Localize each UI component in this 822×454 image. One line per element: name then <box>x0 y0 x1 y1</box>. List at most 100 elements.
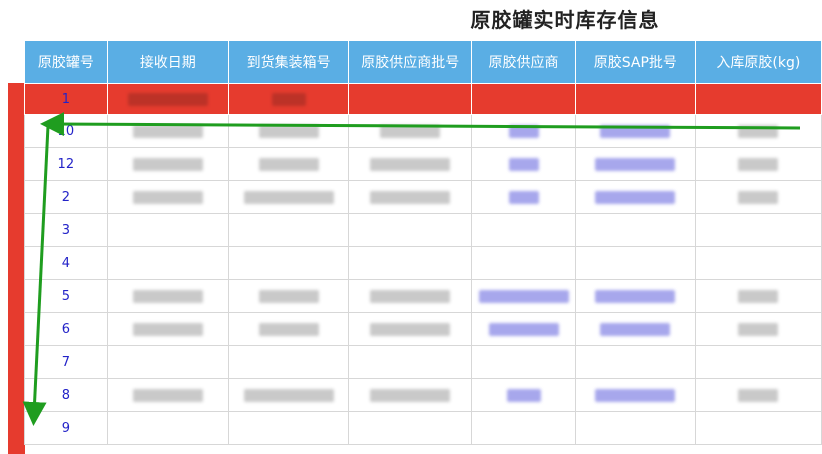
inbound-kg-cell <box>694 246 822 280</box>
tank-number[interactable]: 10 <box>24 114 108 148</box>
redacted-value <box>271 92 306 106</box>
redacted-value <box>380 124 441 138</box>
inbound-kg-cell <box>694 180 822 214</box>
table-row[interactable]: 1 <box>24 83 822 115</box>
column-header-tank[interactable]: 原胶罐号 <box>24 40 108 84</box>
container-no-cell <box>227 83 350 115</box>
column-header-sap-batch[interactable]: 原胶SAP批号 <box>574 40 696 84</box>
redacted-value <box>508 190 539 204</box>
tank-number[interactable]: 1 <box>24 83 108 115</box>
redacted-value <box>738 289 779 303</box>
supplier-batch-cell <box>348 411 473 445</box>
redacted-value <box>132 289 203 303</box>
sap-batch-cell <box>574 345 696 379</box>
receive-date-cell <box>106 114 229 148</box>
column-header-supplier-batch[interactable]: 原胶供应商批号 <box>348 40 473 84</box>
redacted-value <box>258 124 319 138</box>
sap-batch-cell <box>574 147 696 181</box>
supplier-batch-cell <box>348 114 473 148</box>
container-no-cell <box>227 246 350 280</box>
redacted-value <box>595 289 676 303</box>
supplier-cell <box>471 180 576 214</box>
tank-number[interactable]: 9 <box>24 411 108 445</box>
receive-date-cell <box>106 246 229 280</box>
table-row[interactable]: 3 <box>24 213 822 247</box>
redacted-value <box>506 388 541 402</box>
table-row[interactable]: 6 <box>24 312 822 346</box>
tank-number[interactable]: 3 <box>24 213 108 247</box>
redacted-value <box>132 322 203 336</box>
supplier-batch-cell <box>348 246 473 280</box>
table-row[interactable]: 12 <box>24 147 822 181</box>
column-header-receive-date[interactable]: 接收日期 <box>106 40 229 84</box>
redacted-value <box>127 92 208 106</box>
supplier-batch-cell <box>348 279 473 313</box>
tank-number[interactable]: 7 <box>24 345 108 379</box>
supplier-cell <box>471 213 576 247</box>
redacted-value <box>738 388 779 402</box>
redacted-value <box>132 124 203 138</box>
tank-number[interactable]: 5 <box>24 279 108 313</box>
supplier-batch-cell <box>348 345 473 379</box>
tank-number[interactable]: 2 <box>24 180 108 214</box>
table-row[interactable]: 2 <box>24 180 822 214</box>
redacted-value <box>600 124 671 138</box>
row-selection-bar <box>8 83 25 454</box>
redacted-value <box>132 157 203 171</box>
container-no-cell <box>227 114 350 148</box>
container-no-cell <box>227 312 350 346</box>
receive-date-cell <box>106 83 229 115</box>
receive-date-cell <box>106 411 229 445</box>
table-row[interactable]: 5 <box>24 279 822 313</box>
tank-number[interactable]: 12 <box>24 147 108 181</box>
supplier-batch-cell <box>348 312 473 346</box>
column-header-container-no[interactable]: 到货集装箱号 <box>227 40 350 84</box>
redacted-value <box>258 289 319 303</box>
container-no-cell <box>227 378 350 412</box>
table-row[interactable]: 9 <box>24 411 822 445</box>
supplier-cell <box>471 279 576 313</box>
redacted-value <box>738 157 779 171</box>
table-row[interactable]: 8 <box>24 378 822 412</box>
inbound-kg-cell <box>694 411 822 445</box>
table-row[interactable]: 7 <box>24 345 822 379</box>
redacted-value <box>370 190 451 204</box>
column-header-inbound-kg[interactable]: 入库原胶(kg) <box>694 40 822 84</box>
container-no-cell <box>227 279 350 313</box>
inbound-kg-cell <box>694 312 822 346</box>
receive-date-cell <box>106 147 229 181</box>
redacted-value <box>370 157 451 171</box>
redacted-value <box>600 322 671 336</box>
tank-number[interactable]: 8 <box>24 378 108 412</box>
table-header-row: 原胶罐号 接收日期 到货集装箱号 原胶供应商批号 原胶供应商 原胶SAP批号 入… <box>24 40 822 84</box>
redacted-value <box>488 322 559 336</box>
container-no-cell <box>227 147 350 181</box>
redacted-value <box>243 388 334 402</box>
redacted-value <box>595 157 676 171</box>
sap-batch-cell <box>574 312 696 346</box>
redacted-value <box>243 190 334 204</box>
inbound-kg-cell <box>694 114 822 148</box>
container-no-cell <box>227 411 350 445</box>
redacted-value <box>595 190 676 204</box>
column-header-supplier[interactable]: 原胶供应商 <box>471 40 576 84</box>
receive-date-cell <box>106 213 229 247</box>
tank-number[interactable]: 4 <box>24 246 108 280</box>
redacted-value <box>595 388 676 402</box>
redacted-value <box>738 322 779 336</box>
tank-number[interactable]: 6 <box>24 312 108 346</box>
redacted-value <box>258 157 319 171</box>
redacted-value <box>132 190 203 204</box>
receive-date-cell <box>106 378 229 412</box>
supplier-cell <box>471 411 576 445</box>
supplier-batch-cell <box>348 378 473 412</box>
container-no-cell <box>227 213 350 247</box>
redacted-value <box>370 322 451 336</box>
inbound-kg-cell <box>694 213 822 247</box>
table-row[interactable]: 4 <box>24 246 822 280</box>
inbound-kg-cell <box>694 345 822 379</box>
table-row[interactable]: 10 <box>24 114 822 148</box>
sap-batch-cell <box>574 213 696 247</box>
redacted-value <box>478 289 569 303</box>
container-no-cell <box>227 345 350 379</box>
